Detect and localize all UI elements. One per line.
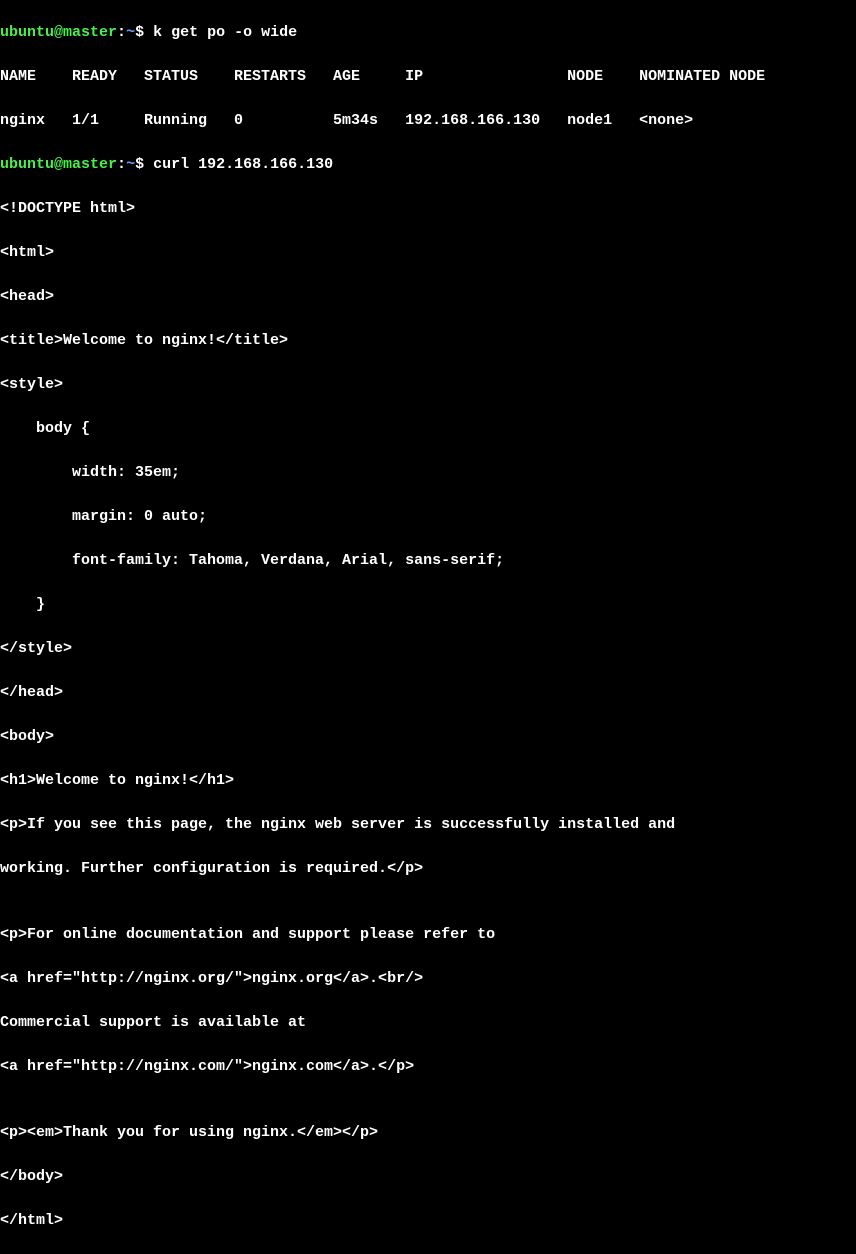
curl-output: font-family: Tahoma, Verdana, Arial, san… (0, 550, 856, 572)
table-row: nginx 1/1 Running 0 5m34s 192.168.166.13… (0, 110, 856, 132)
terminal-output[interactable]: ubuntu@master:~$ k get po -o wide NAME R… (0, 0, 856, 1254)
curl-output: <h1>Welcome to nginx!</h1> (0, 770, 856, 792)
prompt-path: ~ (126, 24, 135, 41)
prompt-user: ubuntu (0, 156, 54, 173)
curl-output: Commercial support is available at (0, 1012, 856, 1034)
curl-output: </head> (0, 682, 856, 704)
command-curl: curl 192.168.166.130 (153, 156, 333, 173)
prompt-user: ubuntu (0, 24, 54, 41)
curl-output: <p>If you see this page, the nginx web s… (0, 814, 856, 836)
curl-output: </html> (0, 1210, 856, 1232)
curl-output: <body> (0, 726, 856, 748)
curl-output: <title>Welcome to nginx!</title> (0, 330, 856, 352)
curl-output: </style> (0, 638, 856, 660)
prompt-at: @ (54, 24, 63, 41)
curl-output: working. Further configuration is requir… (0, 858, 856, 880)
curl-output: <a href="http://nginx.org/">nginx.org</a… (0, 968, 856, 990)
prompt-colon: : (117, 156, 126, 173)
curl-output: <style> (0, 374, 856, 396)
prompt-host: master (63, 156, 117, 173)
prompt-colon: : (117, 24, 126, 41)
prompt-path: ~ (126, 156, 135, 173)
curl-output: <p>For online documentation and support … (0, 924, 856, 946)
curl-output: <head> (0, 286, 856, 308)
prompt-host: master (63, 24, 117, 41)
prompt-dollar: $ (135, 24, 153, 41)
curl-output: } (0, 594, 856, 616)
curl-output: margin: 0 auto; (0, 506, 856, 528)
curl-output: <html> (0, 242, 856, 264)
prompt-at: @ (54, 156, 63, 173)
curl-output: width: 35em; (0, 462, 856, 484)
curl-output: </body> (0, 1166, 856, 1188)
curl-output: <p><em>Thank you for using nginx.</em></… (0, 1122, 856, 1144)
table-header: NAME READY STATUS RESTARTS AGE IP NODE N… (0, 66, 856, 88)
curl-output: <a href="http://nginx.com/">nginx.com</a… (0, 1056, 856, 1078)
curl-output: <!DOCTYPE html> (0, 198, 856, 220)
prompt-line-1: ubuntu@master:~$ k get po -o wide (0, 22, 856, 44)
prompt-line-2: ubuntu@master:~$ curl 192.168.166.130 (0, 154, 856, 176)
curl-output: body { (0, 418, 856, 440)
prompt-dollar: $ (135, 156, 153, 173)
command-kubectl: k get po -o wide (153, 24, 297, 41)
